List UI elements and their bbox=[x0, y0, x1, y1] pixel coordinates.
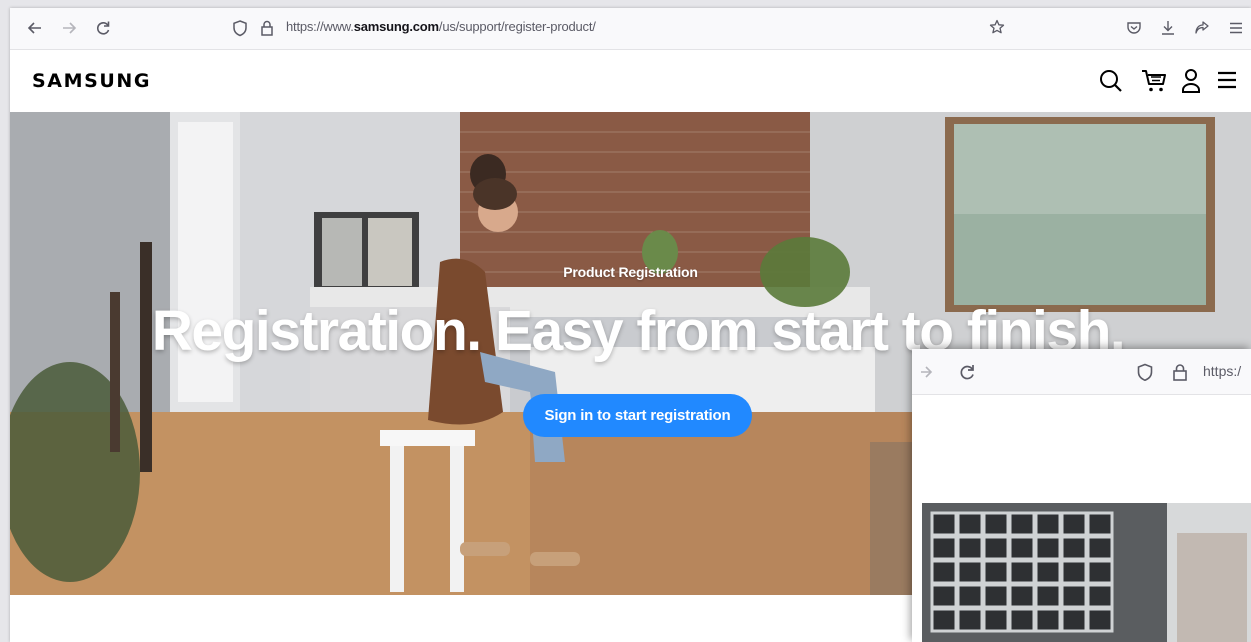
cart-icon[interactable] bbox=[1140, 67, 1168, 100]
overlay-browser-window: https:/ bbox=[912, 349, 1251, 642]
overlay-wine-rack-image bbox=[922, 503, 1251, 642]
pocket-icon[interactable] bbox=[1126, 17, 1142, 39]
search-icon[interactable] bbox=[1098, 67, 1124, 100]
shield-icon[interactable] bbox=[1136, 361, 1154, 383]
hamburger-menu-icon[interactable] bbox=[1216, 67, 1238, 100]
forward-arrow-icon[interactable] bbox=[918, 361, 934, 383]
menu-icon[interactable] bbox=[1228, 17, 1244, 39]
url-domain: samsung.com bbox=[353, 19, 439, 34]
hero-eyebrow: Product Registration bbox=[563, 264, 698, 280]
back-arrow-icon[interactable] bbox=[26, 17, 44, 39]
site-header: SAMSUNG bbox=[10, 50, 1251, 112]
samsung-logo[interactable]: SAMSUNG bbox=[32, 70, 151, 92]
url-path: /us/support/register-product/ bbox=[438, 19, 596, 34]
share-icon[interactable] bbox=[1194, 17, 1210, 39]
address-bar[interactable]: https://www.samsung.com/us/support/regis… bbox=[286, 19, 596, 34]
reload-icon[interactable] bbox=[957, 361, 977, 383]
download-icon[interactable] bbox=[1160, 17, 1176, 39]
account-icon[interactable] bbox=[1180, 67, 1202, 100]
overlay-address-bar[interactable]: https:/ bbox=[1203, 363, 1241, 379]
url-prefix: https://www. bbox=[286, 19, 354, 34]
browser-toolbar: https://www.samsung.com/us/support/regis… bbox=[10, 8, 1251, 50]
reload-icon[interactable] bbox=[94, 17, 112, 39]
sign-in-button[interactable]: Sign in to start registration bbox=[523, 394, 752, 437]
star-icon[interactable] bbox=[988, 17, 1006, 39]
lock-icon[interactable] bbox=[260, 17, 274, 39]
shield-icon[interactable] bbox=[232, 17, 248, 39]
forward-arrow-icon[interactable] bbox=[60, 17, 78, 39]
overlay-toolbar: https:/ bbox=[912, 349, 1251, 395]
lock-icon[interactable] bbox=[1172, 361, 1188, 383]
